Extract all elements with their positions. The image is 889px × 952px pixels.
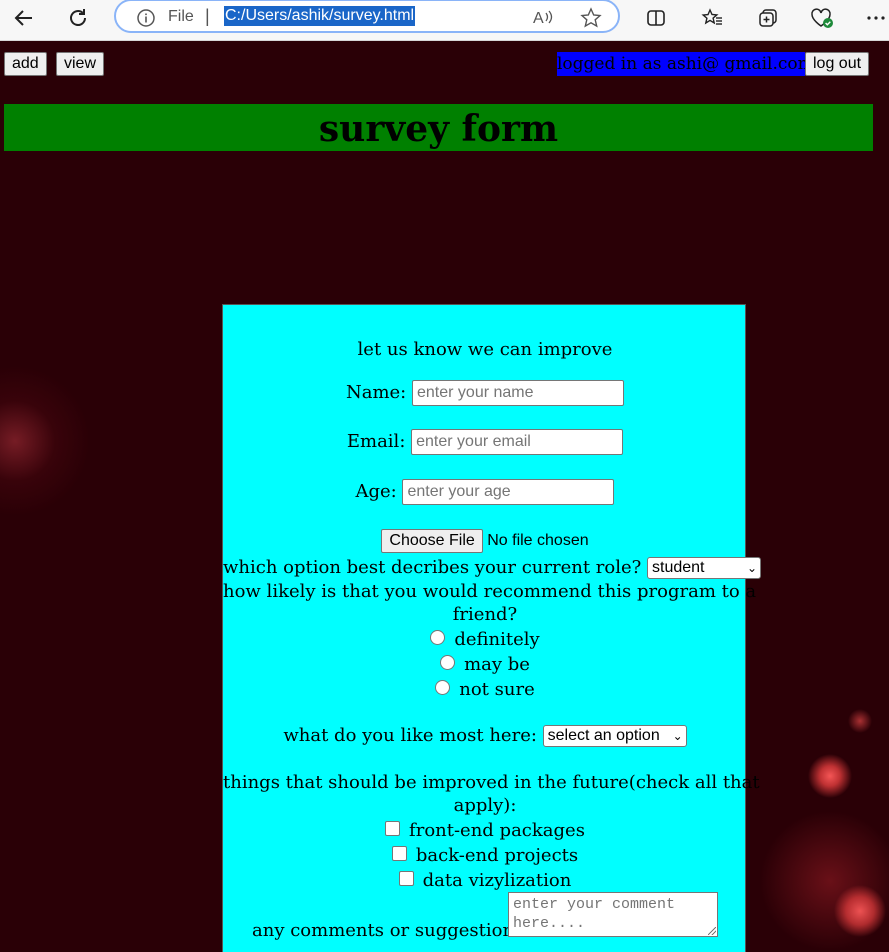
comments-label: any comments or suggestions?: (252, 920, 540, 941)
file-status: No file chosen (487, 532, 589, 549)
checkbox[interactable] (398, 870, 414, 886)
chevron-down-icon: ⌄ (672, 729, 683, 743)
collections-icon[interactable] (752, 4, 784, 32)
role-select[interactable]: student ⌄ (647, 557, 762, 579)
url-text[interactable]: C:/Users/ashik/survey.html (224, 6, 416, 26)
email-input[interactable]: enter your email (411, 429, 624, 455)
logged-in-status: logged in as ashi@ gmail.com (557, 52, 805, 76)
file-label: File (168, 8, 194, 25)
split-screen-icon[interactable] (640, 4, 672, 32)
address-bar[interactable]: File | C:/Users/ashik/survey.html A (114, 0, 620, 33)
like-row: what do you like most here: select an op… (223, 725, 747, 747)
choose-file-button[interactable]: Choose File (381, 529, 483, 553)
name-label: Name: (345, 382, 407, 403)
browser-toolbar: File | C:/Users/ashik/survey.html A (0, 0, 889, 41)
checkbox-option[interactable]: back-end projects (223, 845, 747, 866)
form-intro: let us know we can improve (357, 339, 613, 360)
name-row: Name: enter your name (223, 380, 747, 406)
age-row: Age: enter your age (223, 479, 747, 505)
page-viewport: add view logged in as ashi@ gmail.com lo… (0, 41, 889, 952)
favorite-star-icon[interactable] (580, 7, 602, 34)
chevron-down-icon: ⌄ (746, 561, 758, 575)
checkbox-label: back-end projects (415, 845, 579, 866)
favorites-icon[interactable] (696, 4, 728, 32)
checkbox-label: data vizylization (422, 870, 572, 891)
back-icon[interactable] (8, 4, 40, 32)
address-separator: | (205, 6, 210, 26)
add-button[interactable]: add (4, 52, 47, 76)
recommend-question-cont: friend? (452, 604, 518, 625)
page-title-banner: survey form (4, 104, 873, 151)
role-row: which option best decribes your current … (223, 557, 762, 579)
radio-option[interactable]: may be (223, 654, 747, 675)
info-icon[interactable] (136, 8, 156, 33)
comments-placeholder: enter your comment here.... (513, 896, 676, 932)
role-select-value: student (652, 559, 705, 576)
radio-label: not sure (459, 679, 535, 700)
logout-button[interactable]: log out (805, 52, 870, 76)
checkbox-label: front-end packages (409, 820, 585, 841)
checkbox-option[interactable]: front-end packages (223, 820, 747, 841)
browser-essentials-icon[interactable] (806, 4, 838, 32)
more-menu-icon[interactable] (860, 4, 889, 32)
radio-option[interactable]: definitely (223, 629, 747, 650)
like-select[interactable]: select an option ⌄ (542, 725, 687, 747)
checkbox[interactable] (385, 820, 401, 836)
email-label: Email: (346, 431, 406, 452)
radio-label: definitely (454, 629, 540, 650)
radio-label: may be (464, 654, 530, 675)
improve-question-cont: apply): (453, 795, 517, 816)
radio-button[interactable] (430, 629, 446, 645)
file-upload-row: Choose File No file chosen (223, 529, 747, 553)
like-select-value: select an option (547, 727, 660, 744)
email-row: Email: enter your email (223, 429, 747, 455)
radio-button[interactable] (440, 654, 456, 670)
name-input[interactable]: enter your name (412, 380, 624, 406)
resize-handle-icon[interactable] (708, 927, 716, 935)
role-question: which option best decribes your current … (223, 557, 642, 578)
recommend-question: how likely is that you would recommend t… (223, 581, 757, 602)
like-question: what do you like most here: (283, 725, 537, 746)
checkbox-option[interactable]: data vizylization (223, 870, 747, 891)
survey-form: let us know we can improve Name: enter y… (222, 304, 762, 952)
radio-button[interactable] (435, 679, 451, 695)
comments-textarea[interactable]: enter your comment here.... (508, 892, 718, 937)
checkbox[interactable] (391, 845, 407, 861)
age-label: Age: (355, 481, 397, 502)
read-aloud-icon[interactable]: A (532, 7, 554, 34)
view-button[interactable]: view (56, 52, 105, 76)
age-input[interactable]: enter your age (402, 479, 615, 505)
refresh-icon[interactable] (62, 4, 94, 32)
radio-option[interactable]: not sure (223, 679, 747, 700)
improve-question: things that should be improved in the fu… (223, 772, 760, 793)
svg-text:A: A (533, 10, 544, 27)
